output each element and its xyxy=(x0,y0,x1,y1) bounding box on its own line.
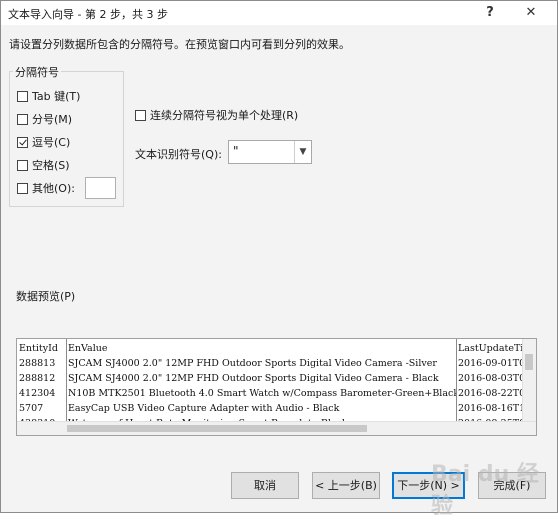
checkbox-box[interactable] xyxy=(17,113,28,125)
close-button[interactable]: ✕ xyxy=(518,3,544,23)
checkbox-box[interactable] xyxy=(17,90,28,102)
tab-delimiter-checkbox[interactable]: Tab 键(T) xyxy=(17,88,80,104)
checkbox-box[interactable] xyxy=(17,159,28,171)
checkbox-box[interactable] xyxy=(135,109,146,121)
space-delimiter-checkbox[interactable]: 空格(S) xyxy=(17,157,70,173)
preview-cell: 288812 xyxy=(19,373,56,384)
back-button[interactable]: < 上一步(B) xyxy=(312,472,380,499)
data-preview-grid[interactable]: EntityId EnValue LastUpdateTi 288813 SJC… xyxy=(16,338,537,436)
column-header: EntityId xyxy=(19,343,58,354)
checkbox-box[interactable] xyxy=(17,182,28,194)
preview-cell: EasyCap USB Video Capture Adapter with A… xyxy=(68,403,340,414)
preview-cell: SJCAM SJ4000 2.0" 12MP FHD Outdoor Sport… xyxy=(68,358,437,369)
scrollbar-thumb[interactable] xyxy=(67,425,367,432)
checkbox-label: 分号(M) xyxy=(32,113,73,126)
semicolon-delimiter-checkbox[interactable]: 分号(M) xyxy=(17,111,72,127)
instruction-text: 请设置分列数据所包含的分隔符号。在预览窗口内可看到分列的效果。 xyxy=(9,38,350,51)
checkbox-label: 其他(O): xyxy=(32,182,75,195)
preview-cell: 412304 xyxy=(19,388,56,399)
consecutive-delimiters-checkbox[interactable]: 连续分隔符号视为单个处理(R) xyxy=(135,107,298,123)
preview-cell: N10B MTK2501 Bluetooth 4.0 Smart Watch w… xyxy=(68,388,456,399)
preview-cell: 288813 xyxy=(19,358,56,369)
dialog-title: 文本导入向导 - 第 2 步，共 3 步 xyxy=(8,8,168,21)
other-delimiter-checkbox[interactable]: 其他(O): xyxy=(17,180,75,196)
column-separator[interactable] xyxy=(456,339,457,422)
scrollbar-thumb[interactable] xyxy=(525,354,533,370)
checkbox-label: 连续分隔符号视为单个处理(R) xyxy=(150,109,299,122)
text-qualifier-value: " xyxy=(233,144,239,158)
help-button[interactable]: ? xyxy=(477,3,503,23)
other-delimiter-input[interactable] xyxy=(85,177,116,199)
preview-cell: 5707 xyxy=(19,403,44,414)
text-qualifier-label: 文本识别符号(Q): xyxy=(135,148,222,161)
next-button[interactable]: 下一步(N) > xyxy=(392,472,465,499)
text-qualifier-select[interactable]: " ▼ xyxy=(228,140,312,164)
comma-delimiter-checkbox[interactable]: 逗号(C) xyxy=(17,134,70,150)
column-separator[interactable] xyxy=(66,339,67,422)
vertical-scrollbar[interactable] xyxy=(522,339,536,422)
column-header: EnValue xyxy=(68,343,108,354)
chevron-down-icon[interactable]: ▼ xyxy=(294,141,311,163)
text-import-wizard-dialog: 文本导入向导 - 第 2 步，共 3 步 ? ✕ 请设置分列数据所包含的分隔符号… xyxy=(0,0,558,519)
delimiters-legend: 分隔符号 xyxy=(13,64,61,80)
horizontal-scrollbar[interactable] xyxy=(17,421,536,435)
finish-button[interactable]: 完成(F) xyxy=(478,472,546,499)
title-bar: 文本导入向导 - 第 2 步，共 3 步 ? ✕ xyxy=(1,1,557,25)
preview-cell: SJCAM SJ4000 2.0" 12MP FHD Outdoor Sport… xyxy=(68,373,439,384)
checkbox-label: 空格(S) xyxy=(32,159,70,172)
checkbox-box-checked[interactable] xyxy=(17,136,28,148)
checkbox-label: 逗号(C) xyxy=(32,136,71,149)
checkbox-label: Tab 键(T) xyxy=(32,90,81,103)
cancel-button[interactable]: 取消 xyxy=(231,472,299,499)
data-preview-label: 数据预览(P) xyxy=(16,290,76,303)
